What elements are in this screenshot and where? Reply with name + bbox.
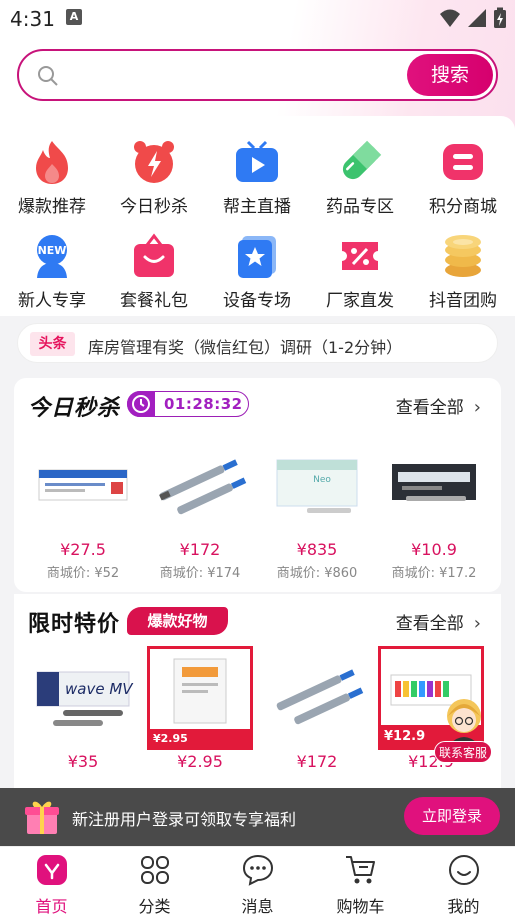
- svg-text:NEW: NEW: [38, 244, 67, 257]
- device-star-icon: [233, 232, 281, 280]
- category-factory-direct[interactable]: 厂家直发: [314, 232, 406, 311]
- flash-product-2[interactable]: ¥172 商城价: ¥174: [145, 438, 255, 581]
- flash-product-3[interactable]: Neo ¥835 商城价: ¥860: [262, 438, 372, 581]
- bottom-nav: 首页 分类 消息 购物车 我的: [0, 846, 515, 917]
- chevron-right-icon: ›: [473, 397, 481, 418]
- search-button[interactable]: 搜索: [407, 54, 493, 96]
- status-time: 4:31: [10, 7, 55, 31]
- flash-sale-title: 今日秒杀: [28, 396, 121, 421]
- news-ticker[interactable]: 头条 库房管理有奖（微信红包）调研（1-2分钟）: [17, 323, 498, 363]
- flash-sale-section: 今日秒杀 01:28:32 查看全部 › ¥27.5 商城价: ¥52 ¥172 …: [14, 378, 501, 592]
- category-icon: [138, 853, 172, 887]
- new-user-icon: NEW: [28, 232, 76, 280]
- flash-sale-see-all[interactable]: 查看全部 ›: [396, 393, 481, 418]
- gift-bag-icon: [130, 232, 178, 280]
- live-tv-icon: [233, 138, 281, 186]
- limited-offer-title: 限时特价: [28, 612, 121, 637]
- points-icon: [439, 138, 487, 186]
- category-live[interactable]: 帮主直播: [211, 138, 303, 217]
- countdown-timer: 01:28:32: [127, 391, 249, 417]
- flash-product-4[interactable]: ¥10.9 商城价: ¥17.2: [379, 438, 489, 581]
- search-box[interactable]: 搜索: [17, 49, 498, 101]
- timer-clock-icon: [127, 391, 155, 417]
- register-banner-text: 新注册用户登录可领取专享福利: [72, 810, 297, 829]
- news-text[interactable]: 库房管理有奖（微信红包）调研（1-2分钟）: [88, 334, 402, 358]
- product-image: [33, 438, 133, 538]
- nav-profile[interactable]: 我的: [412, 853, 515, 917]
- wifi-icon: [440, 9, 460, 27]
- offer-product-2[interactable]: ¥2.95 ¥2.95: [145, 646, 255, 771]
- countdown-text: 01:28:32: [164, 395, 243, 413]
- limited-offer-section: 限时特价 爆款好物 查看全部 › wave MV ¥35 ¥2.95 ¥2.95 …: [14, 594, 501, 794]
- category-douyin-group[interactable]: 抖音团购: [417, 232, 509, 311]
- battery-icon: [494, 7, 506, 28]
- pill-icon: [336, 138, 384, 186]
- hot-goods-tag: 爆款好物: [127, 607, 228, 635]
- message-icon: [241, 853, 275, 887]
- flash-product-1[interactable]: ¥27.5 商城价: ¥52: [28, 438, 138, 581]
- product-image: ¥2.95: [147, 646, 253, 750]
- limited-offer-see-all[interactable]: 查看全部 ›: [396, 609, 481, 634]
- chevron-right-icon: ›: [473, 613, 481, 634]
- login-button[interactable]: 立即登录: [404, 797, 500, 835]
- home-icon: [35, 853, 69, 887]
- product-image: [150, 438, 250, 538]
- nav-category[interactable]: 分类: [103, 853, 206, 917]
- offer-product-1[interactable]: wave MV ¥35: [28, 646, 138, 771]
- signal-icon: [468, 9, 486, 27]
- product-image: [267, 646, 367, 750]
- nav-message[interactable]: 消息: [206, 853, 309, 917]
- product-image: [384, 438, 484, 538]
- coupon-icon: [336, 232, 384, 280]
- category-hot-recommend[interactable]: 爆款推荐: [6, 138, 98, 217]
- news-tag: 头条: [30, 332, 75, 356]
- product-image: wave MV: [33, 646, 133, 750]
- svg-text:Neo: Neo: [313, 475, 331, 485]
- category-flash-sale[interactable]: 今日秒杀: [108, 138, 200, 217]
- category-gift-package[interactable]: 套餐礼包: [108, 232, 200, 311]
- category-devices[interactable]: 设备专场: [211, 232, 303, 311]
- category-points-mall[interactable]: 积分商城: [417, 138, 509, 217]
- category-new-user[interactable]: NEW 新人专享: [6, 232, 98, 311]
- nav-cart[interactable]: 购物车: [309, 853, 412, 917]
- product-image: Neo: [267, 438, 367, 538]
- alarm-clock-icon: [130, 138, 178, 186]
- status-icons: [439, 6, 507, 30]
- category-panel: 爆款推荐 今日秒杀 帮主直播 药品专区 积分商城 NEW 新人专享 套餐礼包 设…: [0, 116, 515, 316]
- category-medicine[interactable]: 药品专区: [314, 138, 406, 217]
- status-bar: 4:31 A: [0, 0, 515, 36]
- profile-icon: [447, 853, 481, 887]
- register-banner: 新注册用户登录可领取专享福利 立即登录: [0, 788, 515, 846]
- search-icon: [38, 66, 58, 86]
- gift-icon: [22, 796, 62, 836]
- offer-product-3[interactable]: ¥172: [262, 646, 372, 771]
- cart-icon: [344, 853, 378, 887]
- nav-home[interactable]: 首页: [0, 853, 103, 917]
- coins-icon: [439, 232, 487, 280]
- customer-service-avatar[interactable]: [440, 694, 488, 744]
- flame-icon: [28, 138, 76, 186]
- notification-a-icon: A: [66, 9, 82, 25]
- contact-service-button[interactable]: 联系客服: [434, 741, 492, 763]
